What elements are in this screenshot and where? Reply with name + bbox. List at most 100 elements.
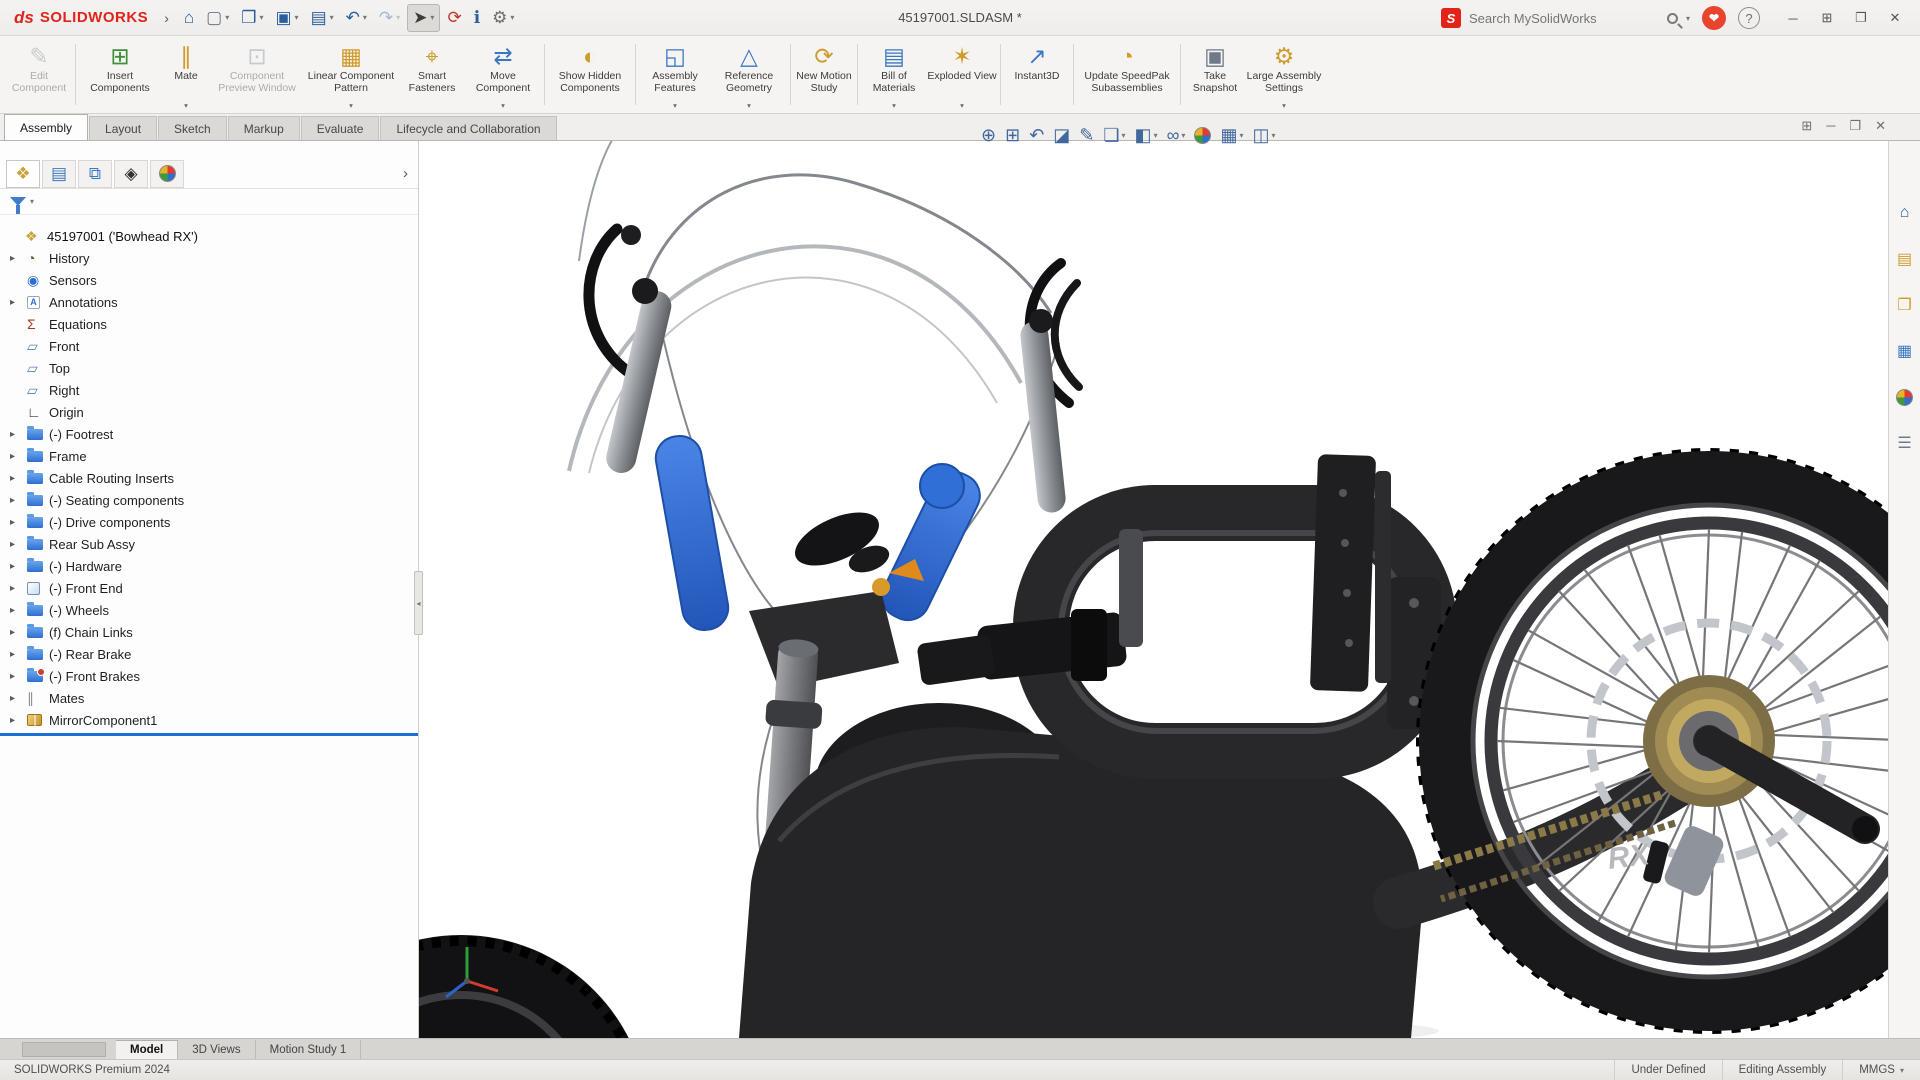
- edit-appearance-button[interactable]: [1191, 122, 1214, 148]
- dropdown-icon[interactable]: ▾: [892, 101, 896, 110]
- expand-arrow-icon[interactable]: ▸: [10, 473, 27, 484]
- dropdown-icon[interactable]: ▾: [510, 13, 514, 22]
- tab-evaluate[interactable]: Evaluate: [301, 116, 380, 140]
- dropdown-icon[interactable]: ▾: [349, 101, 353, 110]
- propertymanager-tab[interactable]: ▤: [42, 160, 76, 188]
- user-login-icon[interactable]: ❤: [1702, 6, 1726, 30]
- doc-close-icon[interactable]: ✕: [1875, 118, 1886, 134]
- tree-item-sensors[interactable]: ◉Sensors: [0, 269, 418, 291]
- file-properties-button[interactable]: ℹ: [469, 4, 485, 32]
- tree-item-seating-components[interactable]: ▸(-) Seating components: [0, 489, 418, 511]
- expand-arrow-icon[interactable]: ▸: [10, 495, 27, 506]
- show-hidden-button[interactable]: ◐Show Hidden Components: [548, 39, 632, 110]
- help-icon[interactable]: ?: [1738, 7, 1760, 29]
- displaymanager-tab[interactable]: [150, 160, 184, 188]
- expand-arrow-icon[interactable]: ▸: [10, 583, 27, 594]
- insert-components-button[interactable]: ⊞Insert Components: [79, 39, 161, 110]
- smart-fasteners-button[interactable]: ⌖Smart Fasteners: [399, 39, 465, 110]
- filter-dropdown-icon[interactable]: ▾: [30, 197, 34, 206]
- solidworks-resources-tab[interactable]: ⌂: [1893, 201, 1917, 225]
- dropdown-icon[interactable]: ▾: [1181, 131, 1185, 140]
- tree-item-f-chain-links[interactable]: ▸(f) Chain Links: [0, 621, 418, 643]
- tab-scroll-area[interactable]: [22, 1042, 106, 1057]
- tree-item-annotations[interactable]: ▸AAnnotations: [0, 291, 418, 313]
- exploded-view-button[interactable]: ✶Exploded View▾: [927, 39, 997, 110]
- minimize-icon[interactable]: ─: [1778, 5, 1808, 31]
- tree-item-top[interactable]: ▱Top: [0, 357, 418, 379]
- zoom-to-fit-button[interactable]: ⊕: [978, 122, 999, 148]
- dropdown-icon[interactable]: ▾: [1154, 131, 1158, 140]
- panel-expand-chevron-icon[interactable]: ›: [403, 165, 408, 182]
- tab-motion-study-1[interactable]: Motion Study 1: [256, 1040, 362, 1059]
- dynamic-annotation-views-button[interactable]: ✎: [1076, 122, 1097, 148]
- tree-item-history[interactable]: ▸◔History: [0, 247, 418, 269]
- dropdown-icon[interactable]: ▾: [363, 13, 367, 22]
- tree-item-equations[interactable]: ΣEquations: [0, 313, 418, 335]
- dropdown-icon[interactable]: ▾: [747, 101, 751, 110]
- tab-model[interactable]: Model: [116, 1040, 178, 1059]
- design-library-tab[interactable]: ▤: [1893, 247, 1917, 271]
- menu-expand-chevron-icon[interactable]: ›: [164, 10, 169, 26]
- graphics-area[interactable]: RX: [419, 141, 1888, 1038]
- new-file-button[interactable]: ▢▾: [201, 4, 234, 32]
- tree-item-wheels[interactable]: ▸(-) Wheels: [0, 599, 418, 621]
- expand-commandmanager-icon[interactable]: ⊞: [1801, 118, 1812, 134]
- configurationmanager-tab[interactable]: ⧉: [78, 160, 112, 188]
- tree-selection-bar[interactable]: [0, 733, 418, 736]
- search-dropdown-icon[interactable]: ▾: [1686, 14, 1690, 23]
- close-icon[interactable]: ✕: [1880, 5, 1910, 31]
- dimxpertmanager-tab[interactable]: ◈: [114, 160, 148, 188]
- expand-arrow-icon[interactable]: ▸: [10, 605, 27, 616]
- view-palette-tab[interactable]: ▦: [1893, 339, 1917, 363]
- rebuild-button[interactable]: ⟳: [442, 4, 466, 32]
- restore-icon[interactable]: ⊞: [1812, 5, 1842, 31]
- mate-button[interactable]: ∥Mate▾: [161, 39, 211, 110]
- dropdown-icon[interactable]: ▾: [330, 13, 334, 22]
- expand-arrow-icon[interactable]: ▸: [10, 517, 27, 528]
- tree-item-rear-brake[interactable]: ▸(-) Rear Brake: [0, 643, 418, 665]
- dropdown-icon[interactable]: ▾: [673, 101, 677, 110]
- instant3d-button[interactable]: ↗Instant3D: [1004, 39, 1070, 110]
- status-mmgs[interactable]: MMGS▾: [1842, 1060, 1920, 1080]
- expand-arrow-icon[interactable]: ▸: [10, 649, 27, 660]
- reference-geometry-button[interactable]: △Reference Geometry▾: [711, 39, 787, 110]
- tree-item-origin[interactable]: ∟Origin: [0, 401, 418, 423]
- dropdown-icon[interactable]: ▾: [1900, 1066, 1904, 1075]
- print-button[interactable]: ▤▾: [306, 4, 339, 32]
- tab-lifecycle-and-collaboration[interactable]: Lifecycle and Collaboration: [380, 116, 556, 140]
- motion-study-button[interactable]: ⟳New Motion Study: [794, 39, 854, 110]
- tab-3d-views[interactable]: 3D Views: [178, 1040, 255, 1059]
- dropdown-icon[interactable]: ▾: [430, 13, 434, 22]
- search-icon[interactable]: [1667, 13, 1678, 24]
- doc-restore-icon[interactable]: ❐: [1849, 118, 1861, 134]
- dropdown-icon[interactable]: ▾: [295, 13, 299, 22]
- dropdown-icon[interactable]: ▾: [1271, 131, 1275, 140]
- section-view-button[interactable]: ◪: [1050, 122, 1073, 148]
- apply-scene-button[interactable]: ▦▾: [1217, 122, 1246, 148]
- redo-button[interactable]: ↷▾: [374, 4, 405, 32]
- dropdown-icon[interactable]: ▾: [501, 101, 505, 110]
- view-settings-button[interactable]: ◫▾: [1249, 122, 1278, 148]
- home-button[interactable]: ⌂: [179, 4, 199, 32]
- tab-markup[interactable]: Markup: [228, 116, 300, 140]
- filter-icon[interactable]: [10, 197, 26, 206]
- display-style-button[interactable]: ◧▾: [1132, 122, 1161, 148]
- expand-arrow-icon[interactable]: ▸: [10, 253, 27, 264]
- linear-pattern-button[interactable]: ▦Linear Component Pattern▾: [303, 39, 399, 110]
- previous-view-button[interactable]: ↶: [1026, 122, 1047, 148]
- options-gear-button[interactable]: ⚙▾: [487, 4, 519, 32]
- featuremanager-tree-tab[interactable]: ❖: [6, 160, 40, 188]
- expand-arrow-icon[interactable]: ▸: [10, 451, 27, 462]
- arrange-windows-icon[interactable]: ❐: [1846, 5, 1876, 31]
- open-folder-button[interactable]: ❒▾: [236, 4, 268, 32]
- dropdown-icon[interactable]: ▾: [1122, 131, 1126, 140]
- tree-item-mirrorcomponent1[interactable]: ▸MirrorComponent1: [0, 709, 418, 731]
- expand-arrow-icon[interactable]: ▸: [10, 715, 27, 726]
- tree-item-front-brakes[interactable]: ▸(-) Front Brakes: [0, 665, 418, 687]
- bom-button[interactable]: ▤Bill of Materials▾: [861, 39, 927, 110]
- search-input[interactable]: [1469, 11, 1659, 26]
- expand-arrow-icon[interactable]: ▸: [10, 627, 27, 638]
- take-snapshot-button[interactable]: ▣Take Snapshot: [1184, 39, 1246, 110]
- expand-arrow-icon[interactable]: ▸: [10, 539, 27, 550]
- tab-layout[interactable]: Layout: [89, 116, 157, 140]
